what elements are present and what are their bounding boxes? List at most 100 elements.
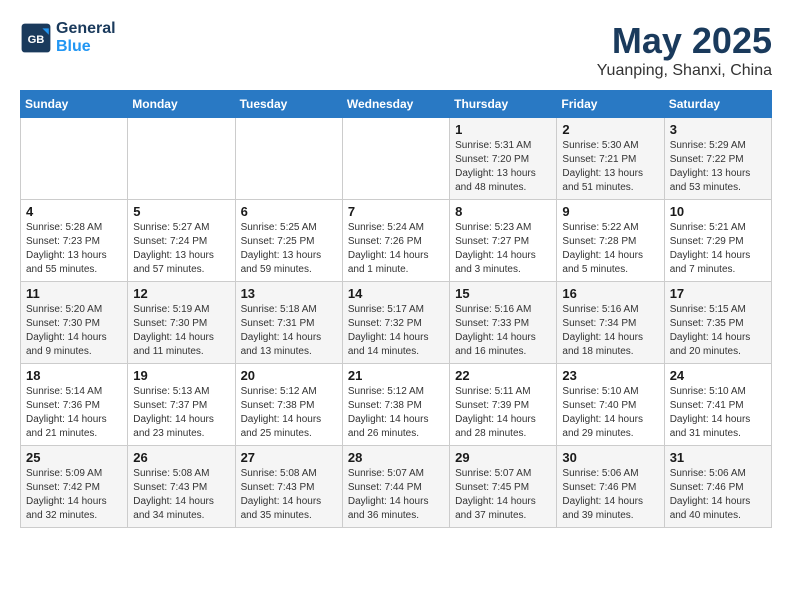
day-number: 12 — [133, 286, 229, 301]
day-number: 13 — [241, 286, 337, 301]
calendar-cell — [342, 118, 449, 200]
calendar-cell: 17 Sunrise: 5:15 AMSunset: 7:35 PMDayligh… — [664, 282, 771, 364]
calendar-cell: 29 Sunrise: 5:07 AMSunset: 7:45 PMDayligh… — [450, 446, 557, 528]
header-friday: Friday — [557, 91, 664, 118]
day-info: Sunrise: 5:18 AMSunset: 7:31 PMDaylight:… — [241, 303, 337, 359]
calendar-header-row: SundayMondayTuesdayWednesdayThursdayFrid… — [21, 91, 772, 118]
calendar-subtitle: Yuanping, Shanxi, China — [597, 62, 772, 80]
day-number: 11 — [26, 286, 122, 301]
header-wednesday: Wednesday — [342, 91, 449, 118]
day-number: 25 — [26, 450, 122, 465]
header-thursday: Thursday — [450, 91, 557, 118]
day-info: Sunrise: 5:28 AMSunset: 7:23 PMDaylight:… — [26, 221, 122, 277]
calendar-cell: 30 Sunrise: 5:06 AMSunset: 7:46 PMDayligh… — [557, 446, 664, 528]
calendar-cell: 10 Sunrise: 5:21 AMSunset: 7:29 PMDayligh… — [664, 200, 771, 282]
calendar-cell: 8Sunrise: 5:23 AMSunset: 7:27 PMDaylight… — [450, 200, 557, 282]
day-info: Sunrise: 5:12 AMSunset: 7:38 PMDaylight:… — [241, 385, 337, 441]
calendar-cell: 26Sunrise: 5:08 AMSunset: 7:43 PMDayligh… — [128, 446, 235, 528]
day-number: 27 — [241, 450, 337, 465]
day-number: 10 — [670, 204, 766, 219]
day-number: 3 — [670, 122, 766, 137]
day-info: Sunrise: 5:29 AMSunset: 7:22 PMDaylight:… — [670, 139, 766, 195]
day-number: 26 — [133, 450, 229, 465]
day-info: Sunrise: 5:12 AMSunset: 7:38 PMDaylight:… — [348, 385, 444, 441]
day-number: 22 — [455, 368, 551, 383]
day-number: 15 — [455, 286, 551, 301]
calendar-cell: 9 Sunrise: 5:22 AMSunset: 7:28 PMDaylight… — [557, 200, 664, 282]
day-info: Sunrise: 5:24 AMSunset: 7:26 PMDaylight:… — [348, 221, 444, 277]
calendar-cell: 7 Sunrise: 5:24 AMSunset: 7:26 PMDaylight… — [342, 200, 449, 282]
calendar-cell: 24 Sunrise: 5:10 AMSunset: 7:41 PMDayligh… — [664, 364, 771, 446]
calendar-cell: 21 Sunrise: 5:12 AMSunset: 7:38 PMDayligh… — [342, 364, 449, 446]
day-number: 14 — [348, 286, 444, 301]
calendar-week-2: 4Sunrise: 5:28 AMSunset: 7:23 PMDaylight… — [21, 200, 772, 282]
day-info: Sunrise: 5:07 AMSunset: 7:45 PMDaylight:… — [455, 467, 551, 523]
day-number: 2 — [562, 122, 658, 137]
day-number: 17 — [670, 286, 766, 301]
calendar-cell: 25 Sunrise: 5:09 AMSunset: 7:42 PMDayligh… — [21, 446, 128, 528]
day-info: Sunrise: 5:10 AMSunset: 7:41 PMDaylight:… — [670, 385, 766, 441]
day-info: Sunrise: 5:06 AMSunset: 7:46 PMDaylight:… — [562, 467, 658, 523]
day-number: 30 — [562, 450, 658, 465]
day-number: 28 — [348, 450, 444, 465]
svg-text:GB: GB — [28, 34, 45, 46]
calendar-cell: 2 Sunrise: 5:30 AMSunset: 7:21 PMDaylight… — [557, 118, 664, 200]
day-number: 16 — [562, 286, 658, 301]
day-info: Sunrise: 5:14 AMSunset: 7:36 PMDaylight:… — [26, 385, 122, 441]
calendar-cell: 18 Sunrise: 5:14 AMSunset: 7:36 PMDayligh… — [21, 364, 128, 446]
day-info: Sunrise: 5:30 AMSunset: 7:21 PMDaylight:… — [562, 139, 658, 195]
logo: GB General Blue — [20, 20, 116, 56]
calendar-cell — [235, 118, 342, 200]
header-saturday: Saturday — [664, 91, 771, 118]
day-number: 19 — [133, 368, 229, 383]
day-number: 6 — [241, 204, 337, 219]
day-number: 18 — [26, 368, 122, 383]
day-info: Sunrise: 5:09 AMSunset: 7:42 PMDaylight:… — [26, 467, 122, 523]
day-info: Sunrise: 5:25 AMSunset: 7:25 PMDaylight:… — [241, 221, 337, 277]
day-number: 5 — [133, 204, 229, 219]
day-number: 21 — [348, 368, 444, 383]
day-info: Sunrise: 5:08 AMSunset: 7:43 PMDaylight:… — [241, 467, 337, 523]
day-info: Sunrise: 5:16 AMSunset: 7:34 PMDaylight:… — [562, 303, 658, 359]
day-info: Sunrise: 5:13 AMSunset: 7:37 PMDaylight:… — [133, 385, 229, 441]
day-info: Sunrise: 5:20 AMSunset: 7:30 PMDaylight:… — [26, 303, 122, 359]
calendar-title: May 2025 — [597, 20, 772, 62]
calendar-cell: 23Sunrise: 5:10 AMSunset: 7:40 PMDayligh… — [557, 364, 664, 446]
calendar-cell: 14 Sunrise: 5:17 AMSunset: 7:32 PMDayligh… — [342, 282, 449, 364]
calendar-cell: 13 Sunrise: 5:18 AMSunset: 7:31 PMDayligh… — [235, 282, 342, 364]
header: GB General Blue May 2025 Yuanping, Shanx… — [20, 20, 772, 80]
day-info: Sunrise: 5:15 AMSunset: 7:35 PMDaylight:… — [670, 303, 766, 359]
day-info: Sunrise: 5:22 AMSunset: 7:28 PMDaylight:… — [562, 221, 658, 277]
calendar-cell: 28 Sunrise: 5:07 AMSunset: 7:44 PMDayligh… — [342, 446, 449, 528]
day-info: Sunrise: 5:23 AMSunset: 7:27 PMDaylight:… — [455, 221, 551, 277]
calendar-cell: 31 Sunrise: 5:06 AMSunset: 7:46 PMDayligh… — [664, 446, 771, 528]
calendar-cell: 5Sunrise: 5:27 AMSunset: 7:24 PMDaylight… — [128, 200, 235, 282]
header-tuesday: Tuesday — [235, 91, 342, 118]
day-info: Sunrise: 5:17 AMSunset: 7:32 PMDaylight:… — [348, 303, 444, 359]
calendar-week-4: 18 Sunrise: 5:14 AMSunset: 7:36 PMDayligh… — [21, 364, 772, 446]
day-number: 7 — [348, 204, 444, 219]
day-info: Sunrise: 5:21 AMSunset: 7:29 PMDaylight:… — [670, 221, 766, 277]
calendar-week-1: 1 Sunrise: 5:31 AMSunset: 7:20 PMDaylight… — [21, 118, 772, 200]
day-info: Sunrise: 5:11 AMSunset: 7:39 PMDaylight:… — [455, 385, 551, 441]
calendar-cell: 16 Sunrise: 5:16 AMSunset: 7:34 PMDayligh… — [557, 282, 664, 364]
day-info: Sunrise: 5:31 AMSunset: 7:20 PMDaylight:… — [455, 139, 551, 195]
day-info: Sunrise: 5:16 AMSunset: 7:33 PMDaylight:… — [455, 303, 551, 359]
calendar-cell: 20 Sunrise: 5:12 AMSunset: 7:38 PMDayligh… — [235, 364, 342, 446]
header-sunday: Sunday — [21, 91, 128, 118]
day-number: 29 — [455, 450, 551, 465]
calendar-cell: 22 Sunrise: 5:11 AMSunset: 7:39 PMDayligh… — [450, 364, 557, 446]
calendar-cell: 27 Sunrise: 5:08 AMSunset: 7:43 PMDayligh… — [235, 446, 342, 528]
calendar-week-5: 25 Sunrise: 5:09 AMSunset: 7:42 PMDayligh… — [21, 446, 772, 528]
calendar-cell: 3 Sunrise: 5:29 AMSunset: 7:22 PMDaylight… — [664, 118, 771, 200]
day-info: Sunrise: 5:07 AMSunset: 7:44 PMDaylight:… — [348, 467, 444, 523]
day-number: 24 — [670, 368, 766, 383]
day-number: 1 — [455, 122, 551, 137]
day-info: Sunrise: 5:06 AMSunset: 7:46 PMDaylight:… — [670, 467, 766, 523]
day-info: Sunrise: 5:10 AMSunset: 7:40 PMDaylight:… — [562, 385, 658, 441]
day-number: 20 — [241, 368, 337, 383]
day-number: 9 — [562, 204, 658, 219]
calendar-cell: 12Sunrise: 5:19 AMSunset: 7:30 PMDayligh… — [128, 282, 235, 364]
calendar-cell: 4Sunrise: 5:28 AMSunset: 7:23 PMDaylight… — [21, 200, 128, 282]
day-number: 31 — [670, 450, 766, 465]
